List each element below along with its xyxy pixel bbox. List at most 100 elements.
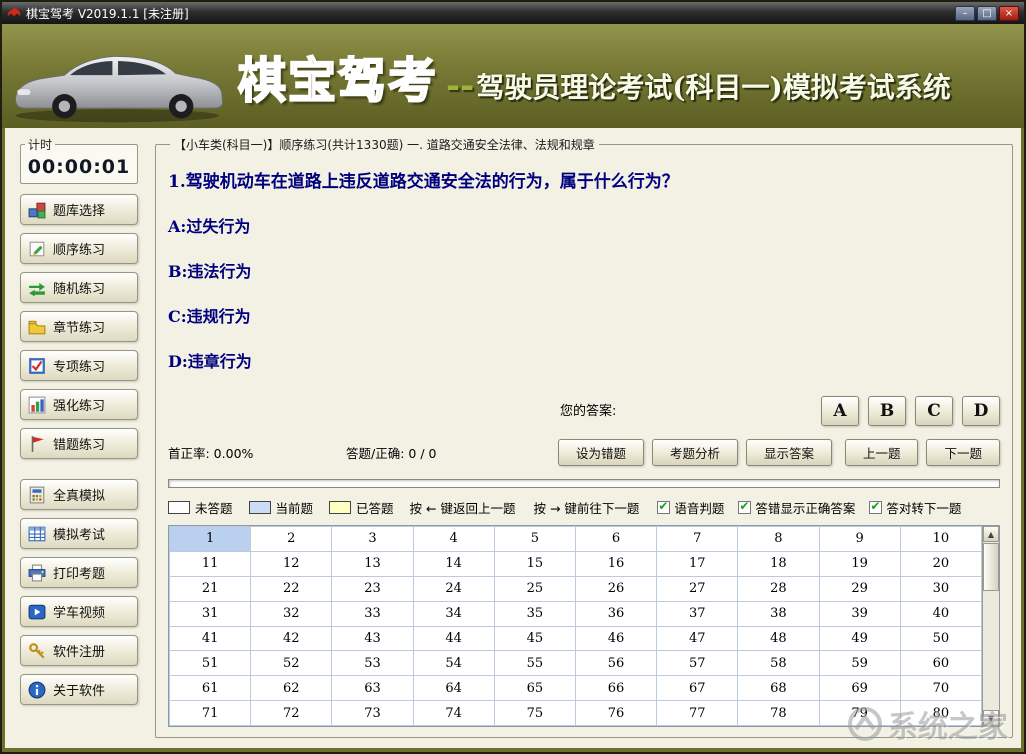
question-cell-75[interactable]: 75: [493, 700, 576, 726]
sidebar-item-chapter-practice[interactable]: 章节练习: [20, 311, 138, 342]
question-cell-59[interactable]: 59: [818, 650, 901, 677]
question-cell-6[interactable]: 6: [574, 526, 658, 552]
question-cell-5[interactable]: 5: [493, 526, 576, 552]
question-cell-24[interactable]: 24: [412, 575, 495, 602]
next-question-button[interactable]: 下一题: [926, 439, 1000, 466]
question-cell-20[interactable]: 20: [899, 550, 983, 577]
question-cell-30[interactable]: 30: [899, 575, 983, 602]
option-a[interactable]: A:过失行为: [168, 213, 250, 237]
question-cell-22[interactable]: 22: [250, 575, 333, 602]
question-cell-38[interactable]: 38: [737, 600, 820, 627]
question-cell-53[interactable]: 53: [331, 650, 414, 677]
grid-scrollbar[interactable]: ▲ ▼: [982, 526, 999, 726]
question-cell-76[interactable]: 76: [574, 700, 658, 726]
question-cell-54[interactable]: 54: [412, 650, 495, 677]
question-cell-21[interactable]: 21: [168, 575, 252, 602]
question-cell-10[interactable]: 10: [899, 526, 983, 552]
question-cell-78[interactable]: 78: [737, 700, 820, 726]
question-cell-51[interactable]: 51: [168, 650, 252, 677]
question-cell-58[interactable]: 58: [737, 650, 820, 677]
show-answer-button[interactable]: 显示答案: [746, 439, 833, 466]
question-cell-67[interactable]: 67: [656, 675, 739, 702]
question-cell-8[interactable]: 8: [737, 526, 820, 552]
question-cell-44[interactable]: 44: [412, 625, 495, 652]
question-cell-42[interactable]: 42: [250, 625, 333, 652]
question-cell-77[interactable]: 77: [656, 700, 739, 726]
minimize-button[interactable]: –: [955, 5, 975, 21]
answer-button-d[interactable]: D: [962, 396, 1000, 426]
sidebar-item-sequential-practice[interactable]: 顺序练习: [20, 233, 138, 264]
question-cell-9[interactable]: 9: [818, 526, 901, 552]
question-cell-56[interactable]: 56: [574, 650, 658, 677]
question-cell-43[interactable]: 43: [331, 625, 414, 652]
sidebar-item-print-questions[interactable]: 打印考题: [20, 557, 138, 588]
question-cell-35[interactable]: 35: [493, 600, 576, 627]
question-cell-70[interactable]: 70: [899, 675, 983, 702]
question-cell-16[interactable]: 16: [574, 550, 658, 577]
show-correct-on-wrong-checkbox[interactable]: 答错显示正确答案: [738, 498, 855, 517]
question-cell-32[interactable]: 32: [250, 600, 333, 627]
question-cell-61[interactable]: 61: [168, 675, 252, 702]
question-cell-11[interactable]: 11: [168, 550, 252, 577]
question-cell-80[interactable]: 80: [899, 700, 983, 726]
maximize-button[interactable]: □: [977, 5, 997, 21]
question-cell-41[interactable]: 41: [168, 625, 252, 652]
sidebar-item-software-register[interactable]: 软件注册: [20, 635, 138, 666]
question-cell-69[interactable]: 69: [818, 675, 901, 702]
question-cell-31[interactable]: 31: [168, 600, 252, 627]
answer-button-a[interactable]: A: [821, 396, 859, 426]
close-button[interactable]: ×: [999, 5, 1019, 21]
option-d[interactable]: D:违章行为: [168, 348, 252, 372]
set-wrong-button[interactable]: 设为错题: [558, 439, 645, 466]
question-cell-68[interactable]: 68: [737, 675, 820, 702]
question-cell-60[interactable]: 60: [899, 650, 983, 677]
question-cell-25[interactable]: 25: [493, 575, 576, 602]
sidebar-item-driving-videos[interactable]: 学车视频: [20, 596, 138, 627]
question-cell-79[interactable]: 79: [818, 700, 901, 726]
question-cell-28[interactable]: 28: [737, 575, 820, 602]
question-cell-26[interactable]: 26: [574, 575, 658, 602]
scrollbar-track[interactable]: [983, 542, 999, 710]
scroll-down-button[interactable]: ▼: [983, 710, 999, 726]
question-cell-72[interactable]: 72: [250, 700, 333, 726]
question-cell-47[interactable]: 47: [656, 625, 739, 652]
auto-next-on-correct-checkbox[interactable]: 答对转下一题: [869, 498, 961, 517]
question-cell-4[interactable]: 4: [412, 526, 495, 552]
voice-judge-checkbox[interactable]: 语音判题: [657, 498, 724, 517]
sidebar-item-intensive-practice[interactable]: 强化练习: [20, 389, 138, 420]
question-cell-3[interactable]: 3: [331, 526, 414, 552]
question-cell-17[interactable]: 17: [656, 550, 739, 577]
sidebar-item-full-simulation[interactable]: 全真模拟: [20, 479, 138, 510]
option-b[interactable]: B:违法行为: [168, 258, 251, 282]
scrollbar-thumb[interactable]: [983, 543, 999, 591]
question-cell-71[interactable]: 71: [168, 700, 252, 726]
question-cell-29[interactable]: 29: [818, 575, 901, 602]
question-cell-49[interactable]: 49: [818, 625, 901, 652]
question-analysis-button[interactable]: 考题分析: [652, 439, 739, 466]
question-cell-18[interactable]: 18: [737, 550, 820, 577]
sidebar-item-wrong-question-practice[interactable]: 错题练习: [20, 428, 138, 459]
question-cell-66[interactable]: 66: [574, 675, 658, 702]
question-cell-13[interactable]: 13: [331, 550, 414, 577]
answer-button-b[interactable]: B: [868, 396, 906, 426]
question-cell-19[interactable]: 19: [818, 550, 901, 577]
question-cell-39[interactable]: 39: [818, 600, 901, 627]
question-cell-23[interactable]: 23: [331, 575, 414, 602]
option-c[interactable]: C:违规行为: [168, 303, 251, 327]
question-cell-57[interactable]: 57: [656, 650, 739, 677]
question-cell-65[interactable]: 65: [493, 675, 576, 702]
sidebar-item-mock-exam[interactable]: 模拟考试: [20, 518, 138, 549]
question-cell-46[interactable]: 46: [574, 625, 658, 652]
question-cell-37[interactable]: 37: [656, 600, 739, 627]
question-cell-34[interactable]: 34: [412, 600, 495, 627]
question-cell-52[interactable]: 52: [250, 650, 333, 677]
question-cell-40[interactable]: 40: [899, 600, 983, 627]
question-cell-33[interactable]: 33: [331, 600, 414, 627]
previous-question-button[interactable]: 上一题: [844, 439, 919, 466]
answer-button-c[interactable]: C: [915, 396, 953, 426]
question-cell-27[interactable]: 27: [656, 575, 739, 602]
question-cell-15[interactable]: 15: [493, 550, 576, 577]
question-cell-14[interactable]: 14: [412, 550, 495, 577]
question-cell-45[interactable]: 45: [493, 625, 576, 652]
question-cell-12[interactable]: 12: [250, 550, 333, 577]
